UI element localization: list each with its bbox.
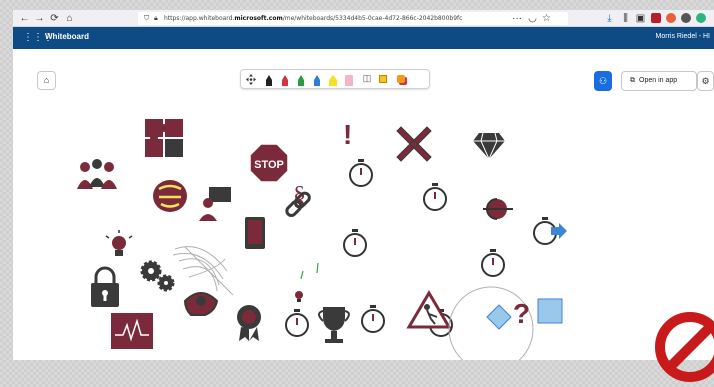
- stopwatch-icon[interactable]: [343, 229, 367, 257]
- home-button[interactable]: ⌂: [63, 12, 76, 25]
- award-ribbon-icon[interactable]: [237, 305, 261, 341]
- padlock-icon[interactable]: [91, 266, 119, 307]
- url-path: /me/whiteboards/5334d4b5-0cae-4d72-866c-…: [282, 15, 463, 22]
- extension-green-icon[interactable]: [696, 13, 706, 23]
- person-computer-icon[interactable]: [199, 187, 231, 221]
- puzzle-icon[interactable]: [145, 119, 183, 157]
- stopwatch-icon[interactable]: [423, 183, 447, 211]
- chart-monitor-icon[interactable]: [111, 313, 153, 349]
- pan-tool-icon[interactable]: [245, 73, 257, 86]
- url-prefix: https://app.whiteboard.: [164, 15, 235, 22]
- inking-toolbar: ◫: [240, 69, 430, 89]
- address-bar[interactable]: ⛉ 🔒︎ https://app.whiteboard.microsoft.co…: [138, 12, 568, 25]
- hand-eye-icon[interactable]: [183, 292, 219, 316]
- green-pen-icon[interactable]: [295, 73, 307, 86]
- home-icon: ⌂: [43, 75, 50, 85]
- people-group-icon[interactable]: [77, 159, 117, 189]
- brain-icon[interactable]: [153, 180, 187, 212]
- stopwatch-icon[interactable]: [285, 309, 309, 337]
- library-icon[interactable]: ⫼: [619, 12, 632, 25]
- gem-icon[interactable]: [473, 132, 505, 161]
- sidebar-icon[interactable]: ▣: [634, 12, 647, 25]
- lock-icon: 🔒︎: [154, 14, 158, 22]
- pencil-scribble: [172, 246, 234, 296]
- ruler-icon[interactable]: ◫: [361, 73, 373, 86]
- home-view-button[interactable]: ⌂: [37, 71, 56, 90]
- gears-icon[interactable]: [140, 260, 175, 292]
- external-link-icon: ⧉: [630, 77, 635, 84]
- open-in-app-label: Open in app: [639, 77, 678, 84]
- share-person-icon: ⚇: [598, 76, 608, 86]
- download-icon[interactable]: ⤓: [603, 12, 616, 25]
- blue-diamond-shape[interactable]: [486, 304, 512, 330]
- stopwatch-icon[interactable]: [349, 159, 373, 187]
- reactions-icon[interactable]: [395, 73, 407, 86]
- red-pen-icon[interactable]: [279, 73, 291, 86]
- target-icon[interactable]: [483, 198, 513, 220]
- share-button[interactable]: ⚇: [594, 71, 612, 91]
- extension-circle-icon[interactable]: [681, 13, 691, 23]
- whiteboard-canvas[interactable]: ⌂ ◫ ⚇ ⧉ Open in app ⚙ STOP § ! ?: [13, 49, 714, 360]
- gear-icon: ⚙: [701, 76, 710, 86]
- whiteboard-ink-layer: STOP § ! ?: [77, 119, 567, 360]
- pocket-icon[interactable]: ◡: [526, 12, 539, 25]
- yellow-highlighter-icon[interactable]: [327, 73, 339, 86]
- sticky-note-icon[interactable]: [377, 73, 389, 86]
- extension-fox-icon[interactable]: [666, 13, 676, 23]
- stopwatch-icon[interactable]: [361, 305, 385, 333]
- tablet-icon[interactable]: [245, 217, 265, 249]
- blue-pen-icon[interactable]: [311, 73, 323, 86]
- black-pen-icon[interactable]: [263, 73, 275, 86]
- user-name[interactable]: Morris Riedel - HI: [656, 33, 710, 40]
- eraser-icon[interactable]: [343, 73, 355, 86]
- page-actions-button[interactable]: ···: [509, 12, 525, 25]
- trophy-icon[interactable]: [318, 307, 350, 343]
- shield-icon: ⛉: [144, 14, 150, 22]
- stopwatch-icon[interactable]: [481, 249, 505, 277]
- bulb-small-icon[interactable]: [295, 291, 303, 302]
- reload-button[interactable]: ⟳: [48, 12, 61, 25]
- url-domain: microsoft.com: [234, 15, 283, 22]
- forward-button[interactable]: →: [33, 12, 46, 25]
- stop-sign-text: STOP: [254, 159, 284, 171]
- green-ink-marks: [300, 262, 319, 280]
- light-bulb-icon[interactable]: [105, 230, 133, 256]
- settings-button[interactable]: ⚙: [697, 71, 714, 91]
- app-header: ⋮⋮⋮ Whiteboard Morris Riedel - HI: [13, 27, 714, 49]
- stop-sign-icon[interactable]: STOP: [249, 143, 289, 183]
- browser-toolbar: ← → ⟳ ⌂ ⛉ 🔒︎ https://app.whiteboard.micr…: [13, 10, 714, 27]
- bookmark-star-icon[interactable]: ☆: [540, 12, 553, 25]
- open-in-app-button[interactable]: ⧉ Open in app: [621, 71, 697, 91]
- stopwatch-arrow-icon[interactable]: [533, 217, 567, 245]
- blue-square-shape[interactable]: [537, 298, 563, 324]
- question-mark-icon[interactable]: ?: [513, 298, 530, 329]
- back-button[interactable]: ←: [18, 12, 31, 25]
- app-title[interactable]: Whiteboard: [45, 32, 89, 41]
- browser-window: ← → ⟳ ⌂ ⛉ 🔒︎ https://app.whiteboard.micr…: [13, 10, 714, 360]
- extension-pdf-icon[interactable]: [651, 13, 661, 23]
- exclamation-icon[interactable]: !: [343, 119, 352, 150]
- prohibition-sign-icon: [655, 312, 714, 382]
- cross-icon[interactable]: [396, 126, 432, 162]
